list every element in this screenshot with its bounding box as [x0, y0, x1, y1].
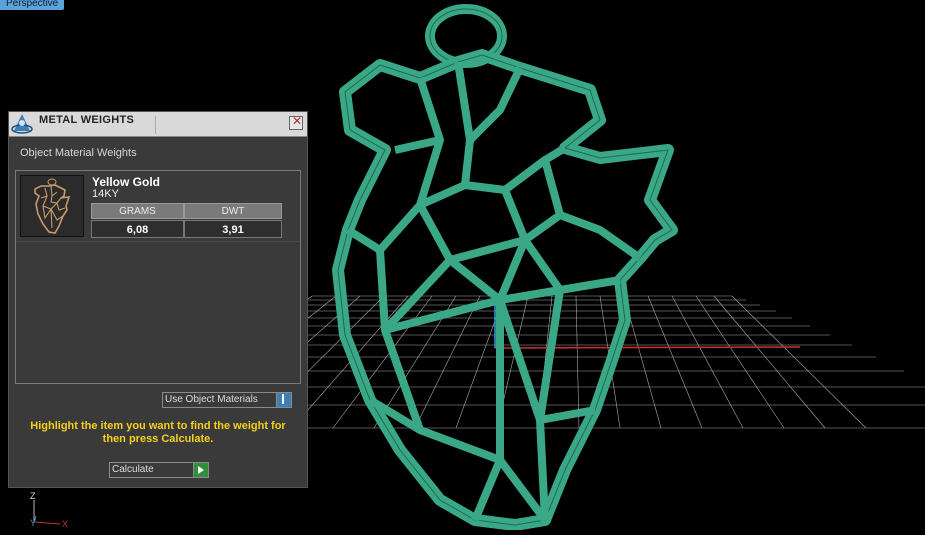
grams-value: 6,08	[91, 220, 184, 238]
material-code: 14KY	[92, 188, 119, 200]
close-button[interactable]: ✕	[289, 114, 303, 130]
panel-title-bar[interactable]: METAL WEIGHTS ✕	[9, 112, 307, 137]
object-thumbnail	[20, 175, 84, 237]
calculate-label: Calculate	[112, 464, 154, 475]
panel-title: METAL WEIGHTS	[39, 114, 135, 126]
instruction-text: Highlight the item you want to find the …	[30, 420, 286, 445]
title-divider	[155, 116, 156, 134]
axis-y-label: Y	[30, 518, 36, 528]
calculate-button[interactable]: Calculate	[109, 462, 209, 478]
material-list[interactable]: Yellow Gold 14KY GRAMS DWT 6,08 3,91	[15, 170, 301, 384]
metal-weights-panel: METAL WEIGHTS ✕ Object Material Weights …	[8, 111, 308, 488]
viewport-label[interactable]: Perspective	[0, 0, 65, 10]
axis-x-line	[494, 346, 801, 349]
material-name: Yellow Gold	[92, 175, 161, 189]
play-arrow-icon[interactable]	[193, 463, 208, 477]
material-mode-select[interactable]: Use Object Materials	[162, 392, 292, 408]
axis-x-label: X	[62, 519, 68, 528]
material-mode-value: Use Object Materials	[165, 394, 258, 405]
dwt-value: 3,91	[184, 220, 282, 238]
axis-gizmo: Z Y X	[30, 491, 68, 528]
dropdown-icon[interactable]	[276, 393, 291, 407]
panel-subtitle: Object Material Weights	[20, 147, 137, 159]
dwt-header: DWT	[184, 203, 282, 219]
list-item[interactable]: Yellow Gold 14KY GRAMS DWT 6,08 3,91	[16, 171, 300, 242]
weights-table: GRAMS DWT 6,08 3,91	[91, 203, 282, 238]
close-icon: ✕	[292, 114, 303, 128]
heart-pendant-model	[332, 4, 678, 531]
grams-header: GRAMS	[91, 203, 184, 219]
app-logo-icon	[10, 112, 34, 135]
heart-thumbnail-icon	[34, 178, 71, 234]
axis-z-label: Z	[30, 491, 36, 501]
